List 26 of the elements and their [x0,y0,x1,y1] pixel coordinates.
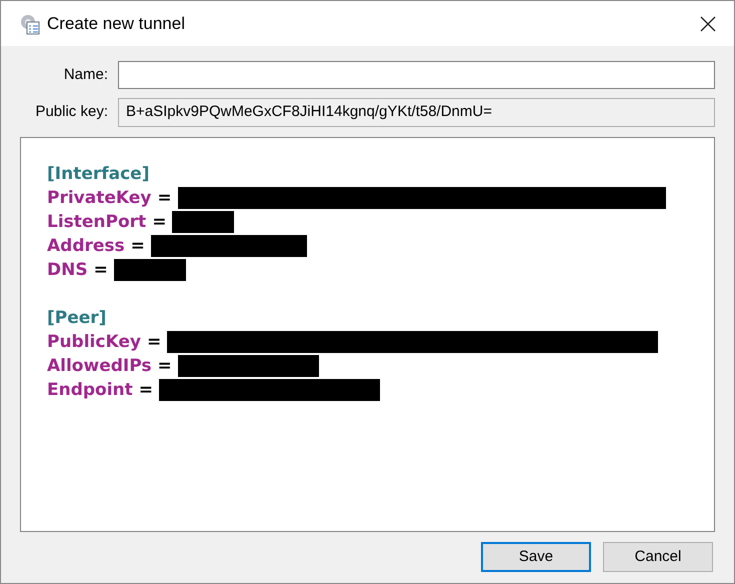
public-key-field: B+aSIpkv9PQwMeGxCF8JiHI14kgnq/gYKt/t58/DnmU= [118,98,715,127]
config-key: Address [47,234,125,258]
config-key: DNS [47,258,88,282]
public-key-label: Public key: [34,102,108,122]
equals-sign: = [157,187,172,210]
equals-sign: = [94,259,108,282]
save-button[interactable]: Save [481,542,591,572]
equals-sign: = [130,235,145,258]
close-icon[interactable] [700,16,716,32]
equals-sign: = [158,355,172,378]
window-title: Create new tunnel [47,12,185,35]
name-field[interactable] [118,61,715,89]
equals-sign: = [138,379,154,402]
equals-sign: = [146,331,162,354]
equals-sign: = [152,211,166,234]
config-key: Endpoint [47,378,133,402]
gear-checklist-icon [19,12,41,34]
config-key: ListenPort [47,210,146,234]
section-header: [Peer] [47,307,106,330]
name-label: Name: [62,64,108,85]
config-key: PrivateKey [47,186,152,210]
cancel-button[interactable]: Cancel [603,542,713,572]
section-header: [Interface] [47,163,150,186]
config-key: AllowedIPs [47,354,152,378]
config-editor[interactable]: [Interface] PrivateKey = ListenPort = Address = DNS = [Peer] PublicKey = AllowedIPs = Endpoint = [20,137,715,532]
config-key: PublicKey [47,330,141,354]
